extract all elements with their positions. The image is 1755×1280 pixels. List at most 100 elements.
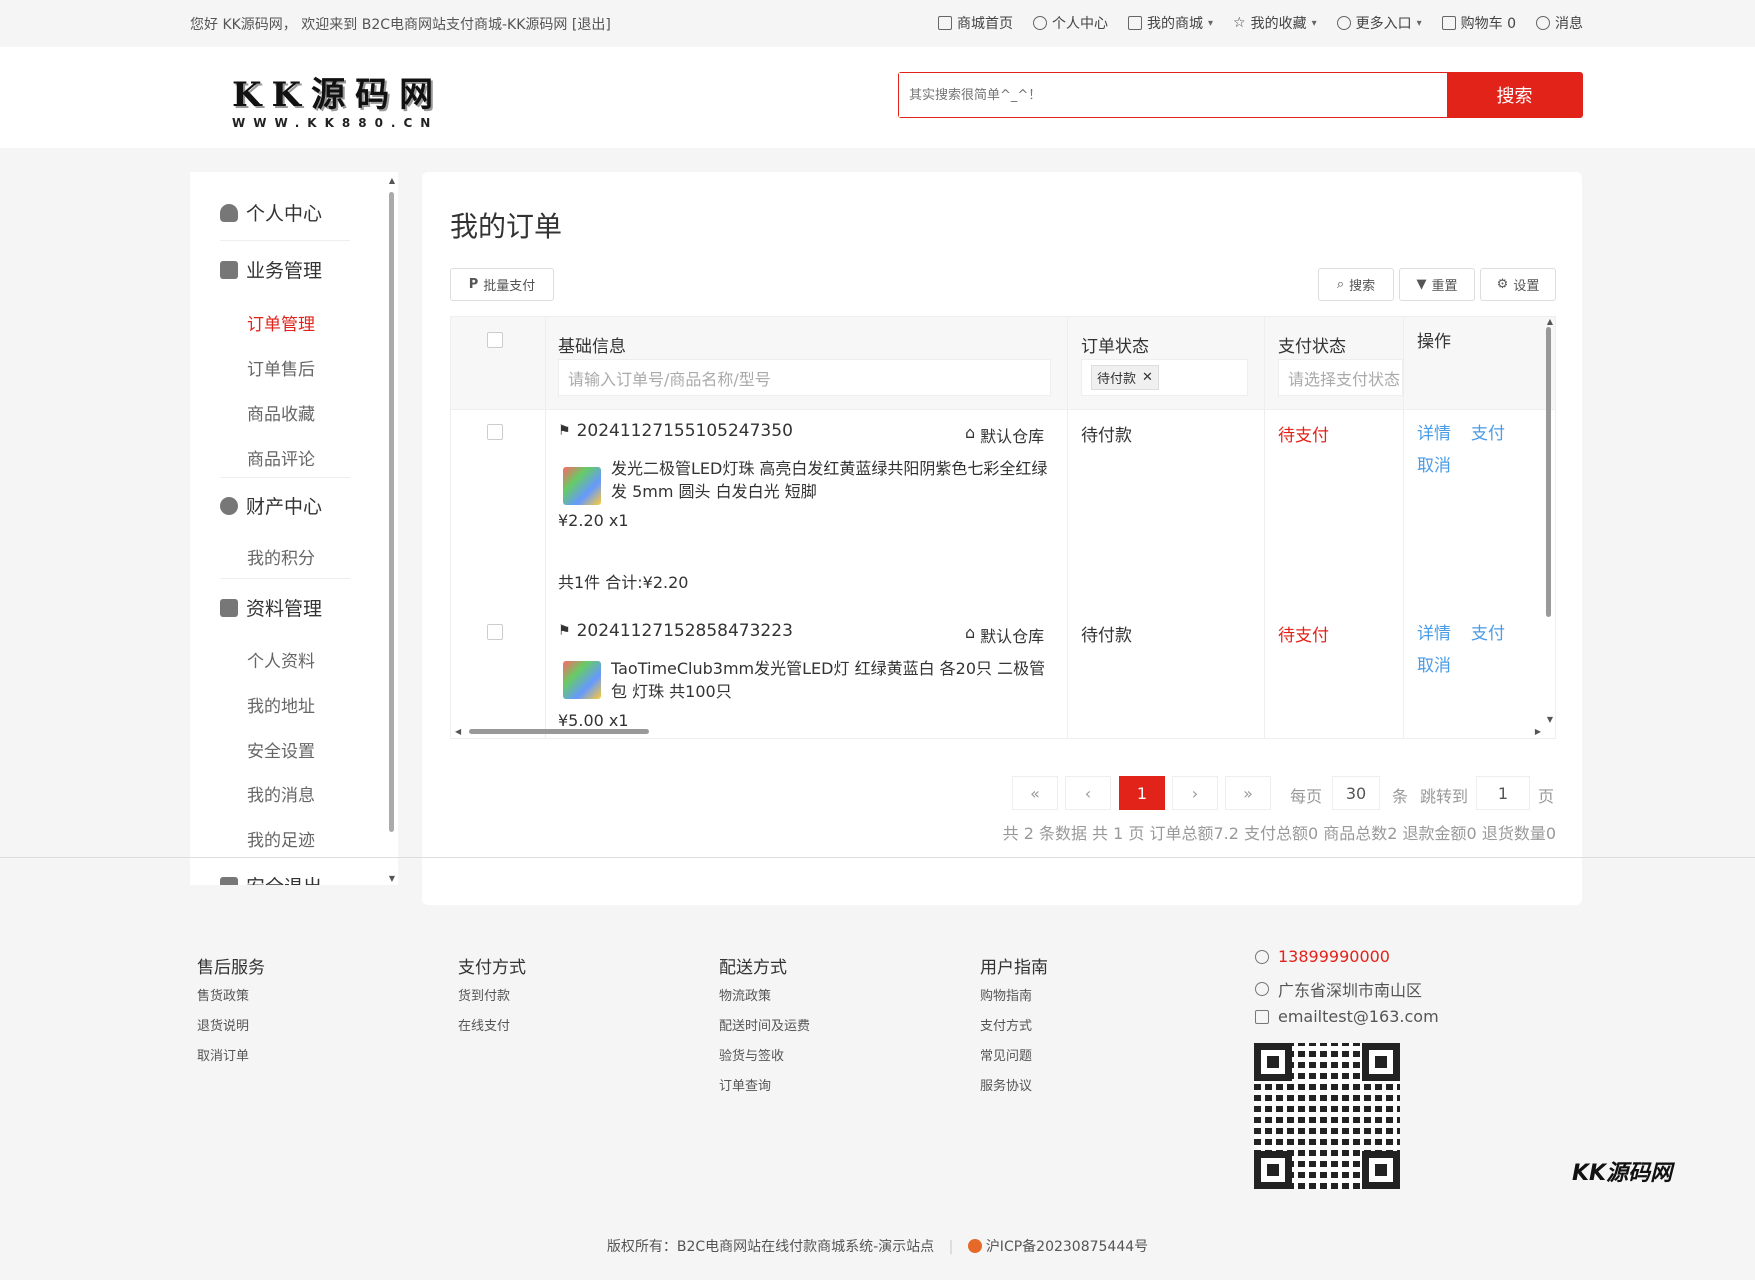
- settings-button[interactable]: ⚙ 设置: [1480, 268, 1556, 301]
- search-bar: 搜索: [898, 72, 1583, 118]
- footer-link[interactable]: 验货与签收: [719, 1045, 784, 1064]
- basic-info-filter-input[interactable]: 请输入订单号/商品名称/型号: [558, 359, 1051, 396]
- nav-my-shop[interactable]: 我的商城 ▾: [1127, 13, 1213, 33]
- pay-link[interactable]: 支付: [1471, 619, 1505, 644]
- footer-link[interactable]: 取消订单: [197, 1045, 249, 1064]
- sidebar-scrollbar[interactable]: [389, 192, 394, 832]
- nav-cart[interactable]: 购物车 0: [1441, 13, 1516, 33]
- sidebar-group-profile[interactable]: 资料管理: [220, 594, 322, 621]
- close-icon[interactable]: ✕: [1142, 370, 1153, 385]
- jump-label: 跳转到: [1420, 787, 1469, 806]
- nav-more[interactable]: 更多入口 ▾: [1336, 13, 1422, 33]
- prev-page-button[interactable]: ‹: [1065, 776, 1111, 810]
- row-checkbox[interactable]: [487, 624, 503, 640]
- scroll-down-arrow[interactable]: ▼: [1547, 715, 1553, 724]
- product-thumbnail[interactable]: [563, 661, 601, 699]
- sidebar-item-profile[interactable]: 个人资料: [247, 647, 315, 672]
- footer-link[interactable]: 常见问题: [980, 1045, 1032, 1064]
- reset-button[interactable]: ▼ 重置: [1399, 268, 1475, 301]
- welcome-text: 您好 KK源码网， 欢迎来到 B2C电商网站支付商城-KK源码网 [退出]: [190, 17, 611, 33]
- footer-link[interactable]: 订单查询: [719, 1075, 771, 1094]
- first-page-button[interactable]: «: [1012, 776, 1058, 810]
- nav-home[interactable]: 商城首页: [937, 13, 1013, 33]
- mail-icon: [1255, 1009, 1269, 1024]
- pay-status: 待支付: [1278, 426, 1329, 446]
- search-input[interactable]: [899, 73, 1447, 117]
- footer-link[interactable]: 购物指南: [980, 985, 1032, 1004]
- sidebar-group-label: 安全退出: [246, 872, 322, 885]
- order-status-filter[interactable]: 待付款 ✕: [1081, 359, 1248, 396]
- nav-user-center-label: 个人中心: [1051, 16, 1108, 32]
- next-page-button[interactable]: ›: [1172, 776, 1218, 810]
- current-page-button[interactable]: 1: [1119, 776, 1165, 810]
- scroll-down-arrow[interactable]: ▼: [389, 874, 395, 883]
- footer-link[interactable]: 配送时间及运费: [719, 1015, 810, 1034]
- horizontal-scrollbar[interactable]: [469, 729, 649, 734]
- copyright-bar: 版权所有：B2C电商网站在线付款商城系统-演示站点 | 沪ICP备2023087…: [0, 1236, 1755, 1256]
- batch-pay-button[interactable]: P 批量支付: [450, 268, 554, 301]
- sidebar-group-logout[interactable]: 安全退出: [220, 872, 322, 885]
- icp-link[interactable]: 沪ICP备20230875444号: [986, 1239, 1148, 1255]
- cancel-link[interactable]: 取消: [1417, 651, 1451, 676]
- scroll-up-arrow[interactable]: ▲: [389, 176, 395, 185]
- order-number[interactable]: 20241127155105247350: [577, 421, 793, 441]
- sidebar-item-points[interactable]: 我的积分: [247, 544, 315, 569]
- detail-link[interactable]: 详情: [1417, 419, 1451, 444]
- product-name[interactable]: TaoTimeClub3mm发光管LED灯 红绿黄蓝白 各20只 二极管包 灯珠…: [611, 657, 1051, 703]
- nav-messages[interactable]: 消息: [1536, 13, 1583, 33]
- sidebar-item-address[interactable]: 我的地址: [247, 692, 315, 717]
- nav-user-center[interactable]: 个人中心: [1032, 13, 1108, 33]
- sidebar-item-security[interactable]: 安全设置: [247, 737, 315, 762]
- sidebar-item-aftersale[interactable]: 订单售后: [247, 355, 315, 380]
- sidebar-item-orders[interactable]: 订单管理: [247, 310, 315, 335]
- sidebar-item-footprint[interactable]: 我的足迹: [247, 826, 315, 851]
- sidebar-group-personal[interactable]: 个人中心: [220, 199, 322, 226]
- select-all-checkbox[interactable]: [487, 332, 503, 348]
- jump-unit: 页: [1538, 787, 1555, 806]
- phone-number[interactable]: 13899990000: [1278, 947, 1390, 966]
- row-checkbox[interactable]: [487, 424, 503, 440]
- col-order-status[interactable]: 订单状态: [1081, 332, 1149, 357]
- vertical-scrollbar[interactable]: [1546, 327, 1551, 617]
- cancel-link[interactable]: 取消: [1417, 451, 1451, 476]
- scroll-up-arrow[interactable]: ▲: [1547, 317, 1553, 326]
- footer-link[interactable]: 支付方式: [980, 1015, 1032, 1034]
- price-qty: ¥2.20 x1: [558, 511, 629, 530]
- table-header: 基础信息 订单状态 支付状态 操作 请输入订单号/商品名称/型号 待付款 ✕ 请选…: [451, 317, 1555, 410]
- detail-link[interactable]: 详情: [1417, 619, 1451, 644]
- search-button[interactable]: 搜索: [1447, 73, 1582, 117]
- product-thumbnail[interactable]: [563, 467, 601, 505]
- product-name[interactable]: 发光二极管LED灯珠 高亮白发红黄蓝绿共阳阴紫色七彩全红绿发 5mm 圆头 白发…: [611, 457, 1051, 503]
- per-page-input[interactable]: 30: [1332, 776, 1380, 810]
- col-basic-info: 基础信息: [558, 337, 626, 357]
- footer-link[interactable]: 售货政策: [197, 985, 249, 1004]
- sidebar-item-messages[interactable]: 我的消息: [247, 781, 315, 806]
- footer-link[interactable]: 服务协议: [980, 1075, 1032, 1094]
- warehouse: ⌂ 默认仓库: [965, 623, 1044, 647]
- footer-link[interactable]: 退货说明: [197, 1015, 249, 1034]
- sidebar-item-reviews[interactable]: 商品评论: [247, 445, 315, 470]
- scroll-left-arrow[interactable]: ◀: [455, 727, 461, 736]
- email-text[interactable]: emailtest@163.com: [1278, 1007, 1439, 1026]
- order-summary: 共 2 条数据 共 1 页 订单总额7.2 支付总额0 商品总数2 退款金额0 …: [1002, 824, 1556, 843]
- search-toolbar-button[interactable]: ⌕ 搜索: [1318, 268, 1394, 301]
- scroll-right-arrow[interactable]: ▶: [1535, 727, 1541, 736]
- sidebar-item-favorites[interactable]: 商品收藏: [247, 400, 315, 425]
- footer-link[interactable]: 在线支付: [458, 1015, 510, 1034]
- footer-link[interactable]: 物流政策: [719, 985, 771, 1004]
- warehouse: ⌂ 默认仓库: [965, 423, 1044, 447]
- last-page-button[interactable]: »: [1225, 776, 1271, 810]
- pay-link[interactable]: 支付: [1471, 419, 1505, 444]
- sidebar: ▲ ▼ 个人中心 业务管理 订单管理 订单售后 商品收藏 商品评论 财产中心 我…: [190, 172, 398, 885]
- order-number[interactable]: 20241127152858473223: [577, 621, 793, 641]
- col-pay-status[interactable]: 支付状态: [1278, 332, 1346, 357]
- footer-link[interactable]: 货到付款: [458, 985, 510, 1004]
- pay-status-filter[interactable]: 请选择支付状态: [1278, 359, 1403, 396]
- cart-icon: [1441, 16, 1456, 30]
- nav-cart-label: 购物车 0: [1460, 16, 1516, 32]
- nav-favorites[interactable]: ☆ 我的收藏 ▾: [1233, 13, 1317, 33]
- site-logo[interactable]: KK源码网 WWW.KK880.CN: [232, 67, 443, 130]
- sidebar-group-finance[interactable]: 财产中心: [220, 492, 322, 519]
- jump-input[interactable]: 1: [1476, 776, 1530, 810]
- sidebar-group-business[interactable]: 业务管理: [220, 256, 322, 283]
